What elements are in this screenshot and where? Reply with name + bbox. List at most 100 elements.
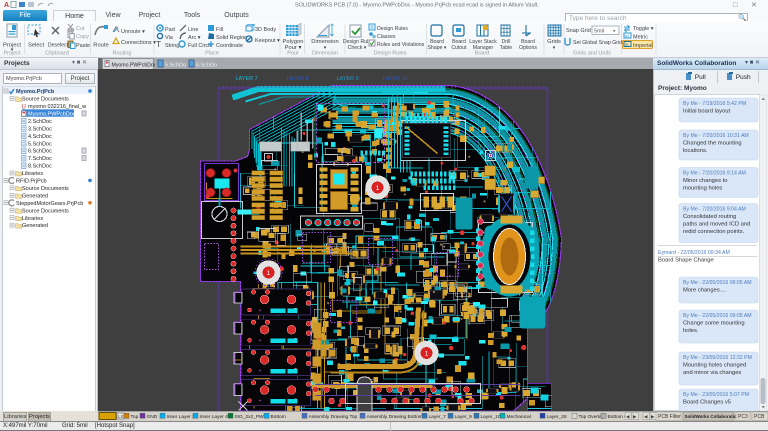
svg-text:◀: ◀ <box>644 413 648 418</box>
svg-text:LS: LS <box>118 414 124 419</box>
svg-text:in: in <box>625 42 629 47</box>
svg-text:Source Documents: Source Documents <box>22 186 69 192</box>
svg-text:Board Changes v5: Board Changes v5 <box>683 399 731 405</box>
svg-text:3D Body: 3D Body <box>255 27 276 33</box>
svg-text:Via: Via <box>165 35 174 41</box>
svg-text:Layer_9: Layer_9 <box>455 414 473 420</box>
svg-text:More changes....: More changes.... <box>683 287 727 293</box>
svg-text:Inner Layer 4: Inner Layer 4 <box>200 414 229 420</box>
svg-text:Copy: Copy <box>76 34 89 40</box>
svg-text:Myomo.PrjPcb: Myomo.PrjPcb <box>16 89 55 95</box>
svg-text:SteppedMotorGears.PrjPcb: SteppedMotorGears.PrjPcb <box>16 201 83 207</box>
svg-text:By Me - 7/20/2016 10:31 AM: By Me - 7/20/2016 10:31 AM <box>683 133 749 139</box>
svg-text:2.SchDoc: 2.SchDoc <box>28 119 52 125</box>
svg-text:By Me - 23/05/2016 12:32 PM: By Me - 23/05/2016 12:32 PM <box>683 355 752 361</box>
svg-text:Changed the mounting: Changed the mounting <box>683 140 742 146</box>
svg-text:PCB: PCB <box>754 414 765 420</box>
svg-text:Pad: Pad <box>165 27 175 33</box>
svg-text:By Me - 22/05/2016 09:05 AM: By Me - 22/05/2016 09:05 AM <box>683 280 752 286</box>
svg-text:Toggle ▾: Toggle ▾ <box>633 26 654 32</box>
svg-text:mounting holes: mounting holes <box>683 185 722 191</box>
svg-text:Myomo.PWPcbDoc: Myomo.PWPcbDoc <box>112 62 156 68</box>
svg-text:5mil: 5mil <box>594 29 604 35</box>
svg-text:PC3: PC3 <box>738 414 748 420</box>
svg-text:Layer_7: Layer_7 <box>429 414 447 420</box>
svg-text:+: + <box>258 368 261 374</box>
svg-text:6.SchDoc: 6.SchDoc <box>28 149 52 155</box>
svg-text:Mechanical: Mechanical <box>507 414 531 420</box>
svg-text:Deselect: Deselect <box>48 43 69 49</box>
svg-text:and minor via changes: and minor via changes <box>683 370 741 376</box>
svg-text:Unroute ▾: Unroute ▾ <box>121 29 145 35</box>
svg-text:holes.: holes. <box>683 328 699 334</box>
svg-text:LAYER 10: LAYER 10 <box>382 76 407 82</box>
svg-text:Arc ▾: Arc ▾ <box>188 35 201 41</box>
svg-text:Generated: Generated <box>22 223 48 229</box>
svg-text:GND: GND <box>147 414 158 420</box>
svg-text:Coordinate: Coordinate <box>216 43 243 49</box>
svg-text:Cut: Cut <box>76 26 85 32</box>
svg-text:Myomo.PWPcbDoc: Myomo.PWPcbDoc <box>28 111 76 117</box>
svg-text:paths and moved ICD and: paths and moved ICD and <box>683 221 750 227</box>
svg-text:Inner Layer 3: Inner Layer 3 <box>167 414 196 420</box>
svg-text:Eymard - 22/05/2016 09:34 AM: Eymard - 22/05/2016 09:34 AM <box>658 250 730 256</box>
svg-text:By Me - 7/19/2016 5:42 PM: By Me - 7/19/2016 5:42 PM <box>683 101 746 107</box>
svg-text:Assembly Drawing Bottom: Assembly Drawing Bottom <box>367 414 423 420</box>
svg-text:myomo 032216_final_w: myomo 032216_final_w <box>28 104 86 110</box>
svg-text:Line: Line <box>188 27 198 33</box>
svg-text:Generated: Generated <box>22 193 48 199</box>
svg-text:Top: Top <box>131 414 139 420</box>
svg-text:◀: ◀ <box>626 413 630 418</box>
svg-text:Cutout: Cutout <box>451 45 467 51</box>
svg-text:Set Global Snap Grid.: Set Global Snap Grid. <box>573 40 623 46</box>
svg-text:Layer_28: Layer_28 <box>547 414 567 420</box>
svg-text:Layer_10: Layer_10 <box>481 414 501 420</box>
svg-text:By Me - 22/05/2016 09:05 AM: By Me - 22/05/2016 09:05 AM <box>683 313 752 319</box>
svg-text:1: 1 <box>375 184 379 191</box>
svg-text:▶: ▶ <box>633 413 637 418</box>
svg-text:Source Documents: Source Documents <box>22 97 69 103</box>
svg-text:✕: ✕ <box>751 2 757 9</box>
svg-text:locations.: locations. <box>683 148 708 154</box>
svg-text:+: + <box>258 338 261 344</box>
svg-text:Imperial: Imperial <box>633 43 653 49</box>
svg-text:+: + <box>258 308 261 314</box>
svg-text:▶: ▶ <box>651 413 655 418</box>
svg-text:Metric: Metric <box>633 35 648 41</box>
svg-text:LAYER 8: LAYER 8 <box>286 76 308 82</box>
svg-text:Libraries: Libraries <box>22 216 43 222</box>
svg-text:Solid Region: Solid Region <box>216 35 247 41</box>
svg-text:6.SchDoc: 6.SchDoc <box>196 62 217 68</box>
svg-text:Rules and Violations: Rules and Violations <box>377 42 425 48</box>
svg-text:RFID.PrjPcb: RFID.PrjPcb <box>16 179 47 185</box>
svg-text:Libraries: Libraries <box>22 171 43 177</box>
svg-text:Route: Route <box>93 43 108 49</box>
svg-text:A: A <box>4 2 9 9</box>
svg-text:m: m <box>625 33 629 38</box>
svg-text:Options: Options <box>519 45 537 51</box>
svg-text:□: □ <box>733 2 738 9</box>
svg-text:Minor changes to: Minor changes to <box>683 178 727 184</box>
svg-text:Keepout ▾: Keepout ▾ <box>255 38 280 44</box>
svg-text:3.SchDoc: 3.SchDoc <box>28 126 52 132</box>
svg-text:LAYER 7: LAYER 7 <box>235 76 257 82</box>
svg-text:Fill: Fill <box>216 27 223 33</box>
svg-text:SOLIDWORKS PCB (7.0) - Myomo.P: SOLIDWORKS PCB (7.0) - Myomo.PWPcbDoc - … <box>295 3 539 9</box>
svg-text:4.SchDoc: 4.SchDoc <box>28 134 52 140</box>
svg-text:Connections ▾: Connections ▾ <box>121 40 156 46</box>
svg-text:Mounting holes changed: Mounting holes changed <box>683 362 746 368</box>
svg-text:redid connection points.: redid connection points. <box>683 229 745 235</box>
svg-text:Consolidated routing: Consolidated routing <box>683 214 736 220</box>
svg-text:Assembly Drawing Top: Assembly Drawing Top <box>309 414 358 420</box>
svg-text:Top Overlay: Top Overlay <box>579 414 605 420</box>
svg-text:Bottom: Bottom <box>271 414 286 420</box>
svg-text:SIG_2x2_PWR: SIG_2x2_PWR <box>235 414 268 420</box>
svg-text:By Me - 23/05/2016 5:07 PM: By Me - 23/05/2016 5:07 PM <box>683 392 749 398</box>
svg-text:Classes: Classes <box>377 34 396 40</box>
svg-text:1: 1 <box>266 269 270 276</box>
svg-text:Table: Table <box>500 45 513 51</box>
svg-text:+: + <box>258 398 261 404</box>
svg-text:Shape ▾: Shape ▾ <box>427 45 446 51</box>
svg-text:LAYER 9: LAYER 9 <box>336 76 358 82</box>
svg-text:Change some mounting: Change some mounting <box>683 320 745 326</box>
